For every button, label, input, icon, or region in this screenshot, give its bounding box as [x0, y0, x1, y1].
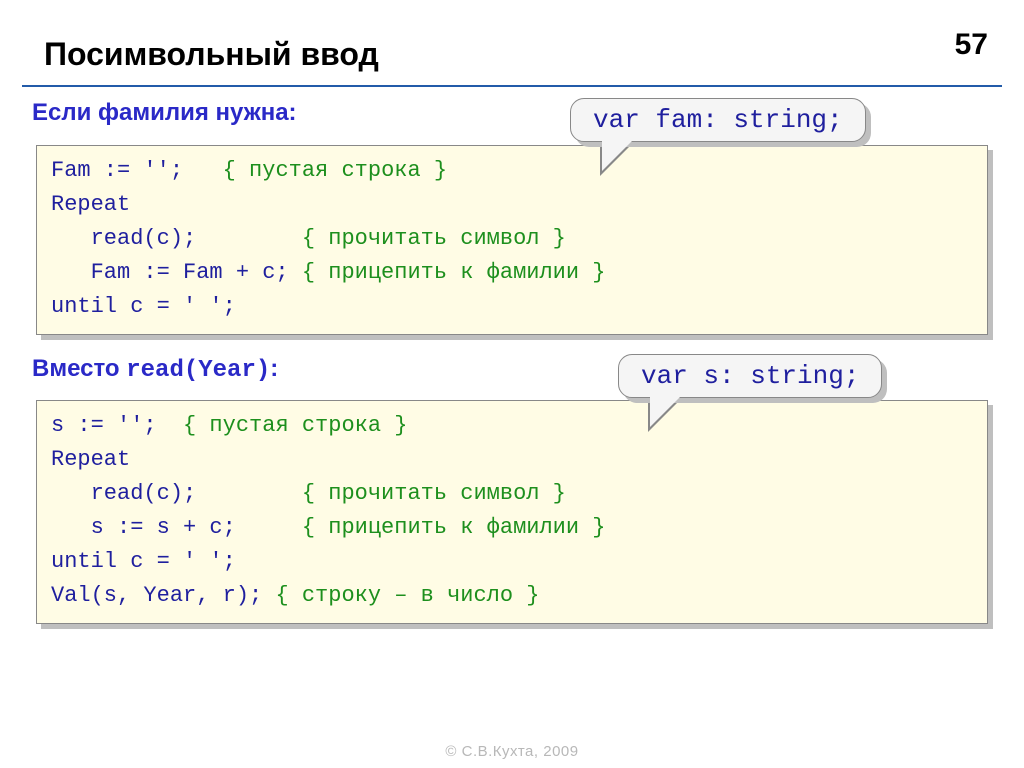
code: Repeat — [51, 447, 130, 472]
code: Val(s, Year, r); — [51, 583, 275, 608]
divider — [22, 85, 1002, 87]
label-text: : — [270, 355, 278, 382]
code: s := ''; — [51, 413, 183, 438]
code: Fam := Fam + c; — [51, 260, 302, 285]
code: read(c); — [51, 481, 302, 506]
section2-label: Вместо read(Year): — [32, 355, 278, 384]
callout-tail — [602, 139, 634, 171]
page-number: 57 — [955, 28, 988, 62]
code-comment: { прицепить к фамилии } — [302, 260, 606, 285]
label-text: Вместо — [32, 355, 126, 382]
callout-var-fam: var fam: string; — [570, 98, 866, 142]
code: Fam := ''; — [51, 158, 223, 183]
callout-tail — [650, 395, 682, 427]
code: read(c); — [51, 226, 302, 251]
code-comment: { прицепить к фамилии } — [302, 515, 606, 540]
code-comment: { пустая строка } — [223, 158, 447, 183]
code-block-1: Fam := ''; { пустая строка } Repeat read… — [36, 145, 988, 335]
code-comment: { прочитать символ } — [302, 481, 566, 506]
code-comment: { пустая строка } — [183, 413, 407, 438]
section1-label: Если фамилия нужна: — [32, 99, 297, 127]
label-mono: read(Year) — [126, 357, 270, 384]
code: s := s + c; — [51, 515, 302, 540]
code-comment: { строку – в число } — [275, 583, 539, 608]
footer-copyright: © С.В.Кухта, 2009 — [0, 743, 1024, 760]
code-comment: { прочитать символ } — [302, 226, 566, 251]
code: until c = ' '; — [51, 549, 236, 574]
callout-var-s: var s: string; — [618, 354, 882, 398]
code: Repeat — [51, 192, 130, 217]
page-title: Посимвольный ввод — [44, 36, 379, 73]
code-block-2: s := ''; { пустая строка } Repeat read(c… — [36, 400, 988, 624]
code: until c = ' '; — [51, 294, 236, 319]
